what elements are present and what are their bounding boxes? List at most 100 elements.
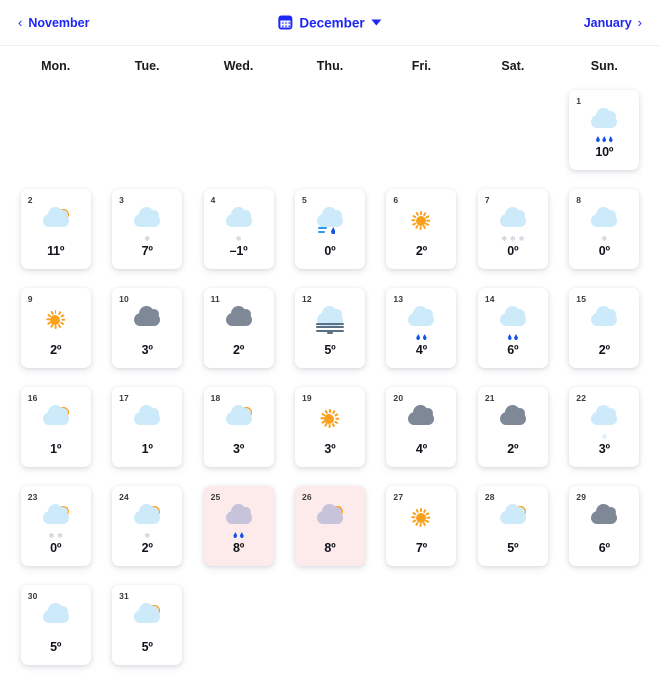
sun-icon (412, 509, 429, 526)
day-cell: 20 4º (386, 387, 456, 467)
cloud-icon (36, 605, 76, 633)
day-number: 8 (576, 195, 581, 205)
cloud-fog-icon (310, 308, 350, 336)
day-number: 4 (211, 195, 216, 205)
cloud-sun-icon (127, 605, 167, 633)
day-cell: 8❄0º (569, 189, 639, 269)
day-number: 22 (576, 393, 586, 403)
cloud-mauve-sun-icon (310, 506, 350, 534)
day-card[interactable]: 305º (21, 585, 91, 665)
day-card[interactable]: 315º (112, 585, 182, 665)
temperature-value: 3º (295, 442, 365, 456)
day-number: 30 (28, 591, 38, 601)
day-cell: 258º (204, 486, 274, 566)
day-cell: 268º (295, 486, 365, 566)
day-cell: 183º (204, 387, 274, 467)
temperature-value: 6º (478, 343, 548, 357)
day-number: 10 (119, 294, 129, 304)
day-card[interactable]: 8❄0º (569, 189, 639, 269)
day-number: 26 (302, 492, 312, 502)
day-card[interactable]: 22❄3º (569, 387, 639, 467)
day-number: 25 (211, 492, 221, 502)
day-card[interactable]: 50º (295, 189, 365, 269)
day-card[interactable]: 183º (204, 387, 274, 467)
day-card[interactable]: 211º (21, 189, 91, 269)
cloud-sun-snow-icon: ❄❄ (36, 506, 76, 534)
cloud-sun-icon (219, 407, 259, 435)
cloud-overcast-icon (219, 308, 259, 336)
day-number: 31 (119, 591, 129, 601)
day-card[interactable]: 296º (569, 486, 639, 566)
day-card[interactable]: 92º (21, 288, 91, 368)
day-cell: 212º (478, 387, 548, 467)
day-cell: 296º (569, 486, 639, 566)
day-card[interactable]: 277º (386, 486, 456, 566)
calendar-header: ‹ November December January › (0, 0, 660, 46)
day-card[interactable]: 125º (295, 288, 365, 368)
day-card[interactable]: 152º (569, 288, 639, 368)
day-card[interactable]: 268º (295, 486, 365, 566)
temperature-value: 0º (295, 244, 365, 258)
day-card[interactable]: 134º (386, 288, 456, 368)
day-cell: 315º (112, 585, 182, 665)
day-card[interactable]: 258º (204, 486, 274, 566)
prev-month-button[interactable]: ‹ November (18, 16, 89, 30)
day-cell: 305º (21, 585, 91, 665)
cloud-icon (127, 407, 167, 435)
cloud-overcast-icon (127, 308, 167, 336)
day-cell: 110º (569, 90, 639, 170)
sun-icon (401, 209, 441, 237)
cloud-snow-light-icon: ❄ (127, 209, 167, 237)
day-cell: 211º (21, 189, 91, 269)
day-card[interactable]: 146º (478, 288, 548, 368)
day-card[interactable]: 103º (112, 288, 182, 368)
temperature-value: 0º (21, 541, 91, 555)
cloud-overcast-icon (584, 506, 624, 534)
day-number: 2 (28, 195, 33, 205)
day-card[interactable]: 4❄–1º (204, 189, 274, 269)
day-card[interactable]: 212º (478, 387, 548, 467)
day-cell: 50º (295, 189, 365, 269)
day-card[interactable]: 112º (204, 288, 274, 368)
day-number: 20 (393, 393, 403, 403)
temperature-value: 2º (204, 343, 274, 357)
day-card[interactable]: 3❄7º (112, 189, 182, 269)
sleet-icon (318, 227, 342, 236)
cloud-rain-icon (401, 308, 441, 336)
temperature-value: –1º (204, 244, 274, 258)
day-card[interactable]: 23❄❄0º (21, 486, 91, 566)
day-cell: 103º (112, 288, 182, 368)
day-cell: 19 3º (295, 387, 365, 467)
day-card[interactable]: 7❄❄❄0º (478, 189, 548, 269)
cloud-mauve-rain-icon (219, 506, 259, 534)
month-selector[interactable]: December (278, 15, 381, 30)
day-number: 1 (576, 96, 581, 106)
day-number: 3 (119, 195, 124, 205)
chevron-left-icon: ‹ (18, 16, 22, 29)
day-card[interactable]: 285º (478, 486, 548, 566)
weekday-label: Sat. (467, 59, 558, 73)
day-number: 19 (302, 393, 312, 403)
day-card[interactable]: 161º (21, 387, 91, 467)
day-cell: 171º (112, 387, 182, 467)
temperature-value: 7º (386, 541, 456, 555)
day-card[interactable]: 24❄2º (112, 486, 182, 566)
day-card[interactable]: 19 3º (295, 387, 365, 467)
temperature-value: 4º (386, 442, 456, 456)
calendar-icon (278, 16, 292, 30)
day-cell: 3❄7º (112, 189, 182, 269)
day-card[interactable]: 62º (386, 189, 456, 269)
day-card[interactable]: 20 4º (386, 387, 456, 467)
day-number: 18 (211, 393, 221, 403)
temperature-value: 2º (478, 442, 548, 456)
cloud-icon (584, 308, 624, 336)
weekday-label: Mon. (10, 59, 101, 73)
temperature-value: 1º (21, 442, 91, 456)
day-card[interactable]: 110º (569, 90, 639, 170)
temperature-value: 6º (569, 541, 639, 555)
day-cell: 24❄2º (112, 486, 182, 566)
weekday-label: Thu. (284, 59, 375, 73)
day-cell: 22❄3º (569, 387, 639, 467)
day-card[interactable]: 171º (112, 387, 182, 467)
next-month-button[interactable]: January › (584, 16, 642, 30)
